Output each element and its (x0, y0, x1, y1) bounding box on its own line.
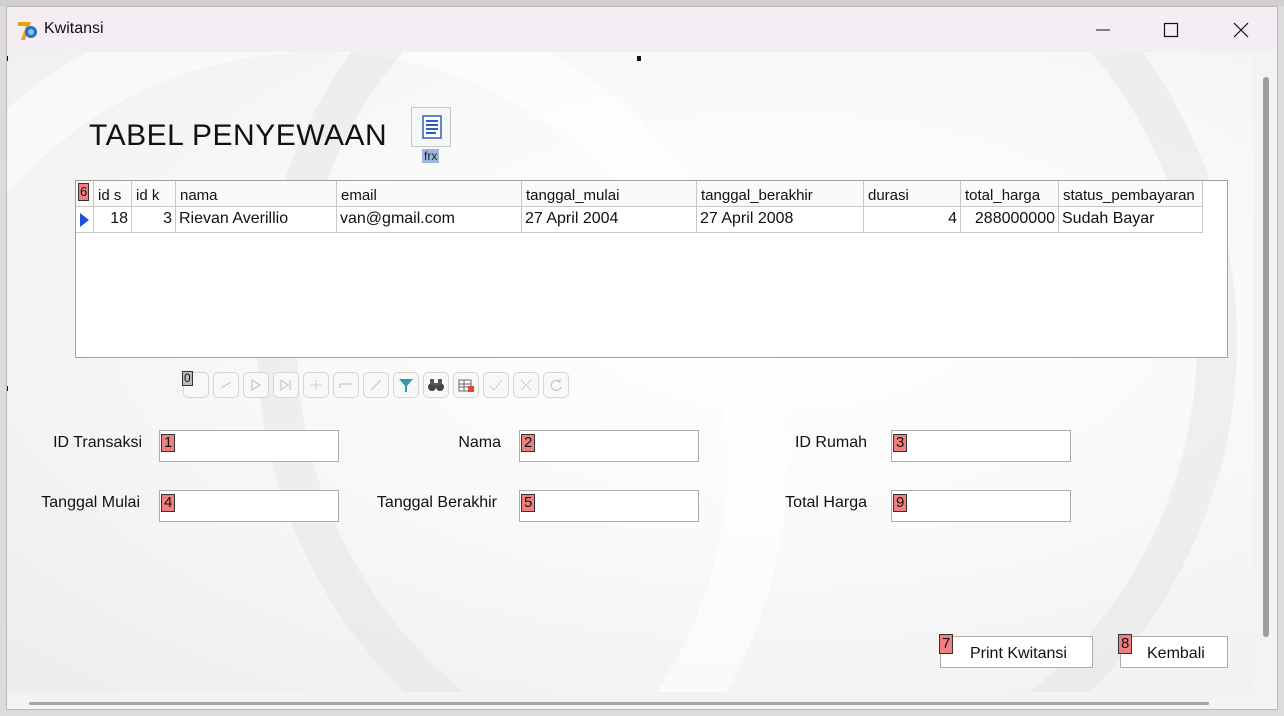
nav-refresh-button[interactable] (543, 372, 569, 398)
column-header[interactable]: durasi (864, 181, 961, 207)
table-cell[interactable]: Rievan Averillio (176, 207, 337, 233)
vertical-scrollbar[interactable] (1263, 77, 1269, 637)
nama-label: Nama (458, 434, 501, 451)
maximize-button[interactable] (1137, 7, 1205, 52)
table-cell[interactable]: 3 (132, 207, 176, 233)
nav-filter-button[interactable] (393, 372, 419, 398)
component-tag: 9 (893, 494, 908, 512)
nama-field[interactable]: 2 (519, 430, 699, 462)
table-cell[interactable]: 4 (864, 207, 961, 233)
table-cell[interactable]: 288000000 (961, 207, 1059, 233)
nav-print-grid-button[interactable] (453, 372, 479, 398)
total-harga-label: Total Harga (785, 494, 867, 511)
cancel-icon (520, 379, 532, 391)
page-title: TABEL PENYEWAAN (89, 119, 388, 152)
next-icon (251, 379, 262, 392)
form-client-area: TABEL PENYEWAAN frx 6 id s id k nama ema… (7, 52, 1253, 692)
component-tag: 7 (939, 634, 954, 654)
check-icon (489, 379, 503, 391)
marker-dot (637, 56, 641, 61)
column-header[interactable]: email (337, 181, 522, 207)
print-kwitansi-label: Print Kwitansi (970, 645, 1067, 662)
edit-icon (370, 379, 382, 391)
component-tag: 3 (893, 434, 908, 452)
kembali-button[interactable]: Kembali (1120, 636, 1228, 668)
table-row[interactable]: 18 3 Rievan Averillio van@gmail.com 27 A… (76, 207, 1203, 233)
row-pointer-icon (80, 213, 89, 227)
binoculars-icon (428, 379, 444, 391)
id-transaksi-field[interactable]: 1 (159, 430, 339, 462)
prior-icon (220, 381, 232, 389)
marker-dot (7, 386, 8, 391)
column-header[interactable]: tanggal_mulai (522, 181, 697, 207)
table-cell[interactable]: 27 April 2008 (697, 207, 864, 233)
close-icon (1233, 22, 1249, 37)
column-header[interactable]: id s (94, 181, 132, 207)
nav-cancel-button[interactable] (513, 372, 539, 398)
kembali-label: Kembali (1147, 645, 1205, 662)
column-header[interactable]: nama (176, 181, 337, 207)
horizontal-scrollbar[interactable] (29, 702, 1209, 705)
tanggal-berakhir-label: Tanggal Berakhir (376, 494, 497, 511)
refresh-icon (550, 379, 562, 391)
nav-last-button[interactable] (273, 372, 299, 398)
tanggal-berakhir-field[interactable]: 5 (519, 490, 699, 522)
component-tag: 4 (161, 494, 176, 512)
close-button[interactable] (1207, 7, 1275, 52)
kwitansi-window: Kwitansi TABEL PENYEWAAN frx 6 id s id k… (6, 6, 1278, 710)
report-component[interactable] (411, 107, 451, 147)
title-bar: Kwitansi (7, 7, 1277, 52)
db-navigator: 0 (182, 371, 573, 402)
column-header[interactable]: id k (132, 181, 176, 207)
filter-icon (399, 379, 413, 392)
column-header[interactable]: total_harga (961, 181, 1059, 207)
nav-insert-button[interactable] (303, 372, 329, 398)
nav-delete-button[interactable] (333, 372, 359, 398)
last-icon (280, 379, 291, 392)
rental-table[interactable]: 6 id s id k nama email tanggal_mulai tan… (75, 180, 1228, 358)
report-icon (422, 115, 442, 139)
id-rumah-field[interactable]: 3 (891, 430, 1071, 462)
nav-find-button[interactable] (423, 372, 449, 398)
tanggal-mulai-field[interactable]: 4 (159, 490, 339, 522)
window-title: Kwitansi (44, 20, 104, 37)
column-header[interactable]: status_pembayaran (1059, 181, 1203, 207)
component-tag: 0 (182, 371, 193, 386)
nav-edit-button[interactable] (363, 372, 389, 398)
id-transaksi-label: ID Transaksi (53, 434, 142, 451)
component-tag: 2 (521, 434, 536, 452)
table-cell[interactable]: 27 April 2004 (522, 207, 697, 233)
report-component-label: frx (422, 149, 440, 163)
print-kwitansi-button[interactable]: Print Kwitansi (940, 636, 1093, 668)
id-rumah-label: ID Rumah (794, 434, 867, 451)
nav-prior-button[interactable] (213, 372, 239, 398)
grid-print-icon (458, 379, 474, 392)
delete-icon (339, 383, 352, 388)
insert-icon (311, 380, 321, 390)
header-indicator-cell: 6 (76, 181, 94, 207)
column-header[interactable]: tanggal_berakhir (697, 181, 864, 207)
nav-post-button[interactable] (483, 372, 509, 398)
total-harga-field[interactable]: 9 (891, 490, 1071, 522)
table-header: 6 id s id k nama email tanggal_mulai tan… (76, 181, 1203, 207)
current-row-indicator (76, 207, 94, 233)
nav-first-button[interactable]: 0 (182, 371, 209, 398)
table-cell[interactable]: Sudah Bayar (1059, 207, 1203, 233)
component-tag: 8 (1118, 634, 1133, 654)
component-tag: 6 (78, 183, 90, 201)
marker-dot (7, 56, 8, 61)
tanggal-mulai-label: Tanggal Mulai (41, 494, 140, 511)
minimize-button[interactable] (1069, 7, 1137, 52)
maximize-icon (1163, 22, 1179, 37)
table-cell[interactable]: 18 (94, 207, 132, 233)
nav-next-button[interactable] (243, 372, 269, 398)
component-tag: 1 (161, 434, 176, 452)
minimize-icon (1096, 29, 1110, 30)
app-logo-icon (18, 22, 37, 40)
component-tag: 5 (521, 494, 536, 512)
table-cell[interactable]: van@gmail.com (337, 207, 522, 233)
